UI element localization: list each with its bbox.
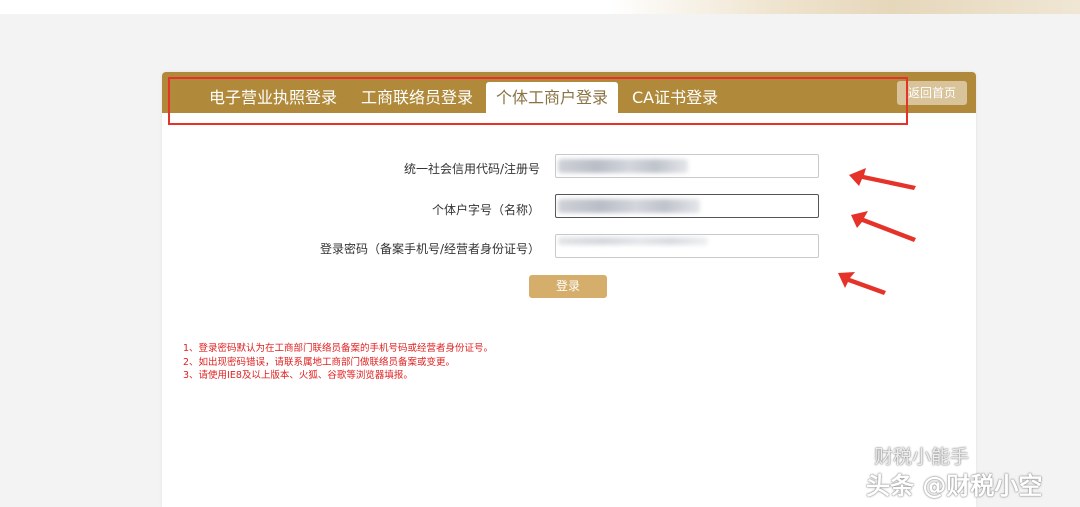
arrow-icon <box>838 272 886 295</box>
watermark-account: 财税小能手 <box>874 446 970 468</box>
watermark-source: 头条 @财税小空 <box>866 472 1043 500</box>
wechat-icon <box>852 446 874 463</box>
arrow-icon <box>849 168 916 190</box>
arrow-icon <box>851 211 916 242</box>
annotation-arrows <box>838 168 916 295</box>
